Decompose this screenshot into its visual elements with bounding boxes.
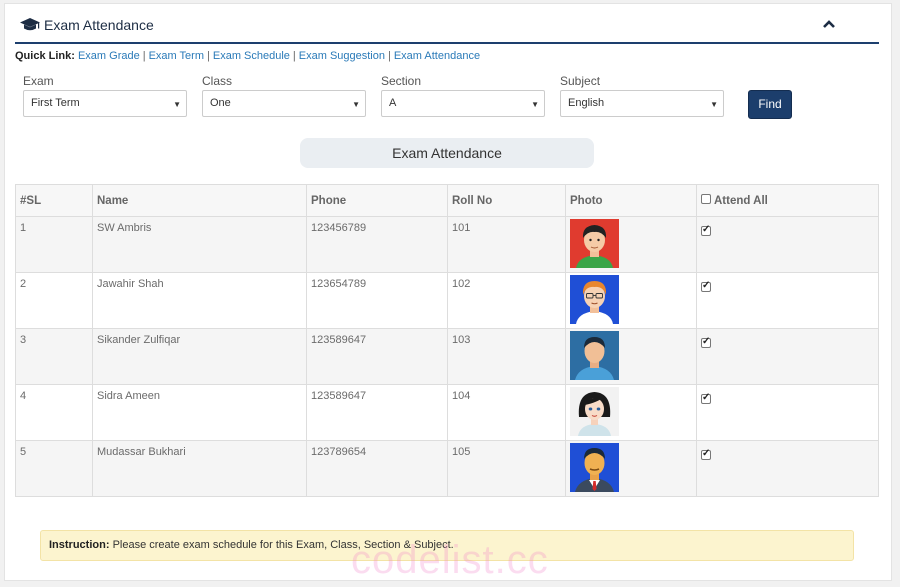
row-name: Sidra Ameen	[92, 384, 307, 441]
section-field: Section A ▼	[381, 74, 545, 117]
class-select-value: One	[210, 97, 231, 109]
col-attend-header: Attend All	[696, 184, 879, 217]
attend-checkbox[interactable]	[701, 336, 711, 349]
subject-select[interactable]: English ▼	[560, 90, 724, 117]
row-phone: 123589647	[306, 384, 448, 441]
quick-links: Quick Link: Exam Grade | Exam Term | Exam Sc…	[15, 50, 481, 62]
class-field: Class One ▼	[202, 74, 366, 117]
row-photo-cell	[565, 216, 697, 273]
row-roll: 101	[447, 216, 566, 273]
row-attend-cell	[696, 384, 879, 441]
subject-label: Subject	[560, 74, 601, 88]
section-select[interactable]: A ▼	[381, 90, 545, 117]
row-phone: 123789654	[306, 440, 448, 497]
student-photo	[570, 443, 619, 492]
section-title: Exam Attendance	[300, 138, 594, 168]
subject-select-value: English	[568, 97, 605, 109]
class-select[interactable]: One ▼	[202, 90, 366, 117]
attend-checkbox[interactable]	[701, 280, 711, 293]
watermark: codelist.cc	[351, 538, 549, 582]
attend-checkbox[interactable]	[701, 448, 711, 461]
student-photo	[570, 219, 619, 268]
quick-link-label: Quick Link:	[15, 50, 75, 62]
exam-select[interactable]: First Term ▼	[23, 90, 187, 117]
table-row: 3 Sikander Zulfiqar 123589647 103	[15, 328, 879, 385]
row-roll: 105	[447, 440, 566, 497]
row-sl: 4	[15, 384, 93, 441]
graduation-cap-icon	[20, 18, 40, 31]
subject-field: Subject English ▼	[560, 74, 724, 117]
exam-label: Exam	[23, 74, 54, 88]
attend-checkbox[interactable]	[701, 392, 711, 405]
section-label: Section	[381, 74, 422, 88]
attendance-table: #SL Name Phone Roll No Photo Attend All …	[15, 184, 879, 497]
quick-link-exam-schedule[interactable]: Exam Schedule	[213, 50, 290, 62]
exam-attendance-panel: Exam Attendance Quick Link: Exam Grade | E…	[4, 3, 892, 582]
row-sl: 1	[15, 216, 93, 273]
row-name: SW Ambris	[92, 216, 307, 273]
caret-down-icon: ▼	[173, 100, 181, 109]
caret-down-icon: ▼	[710, 100, 718, 109]
attend-checkbox[interactable]	[701, 224, 711, 237]
row-photo-cell	[565, 272, 697, 329]
row-photo-cell	[565, 328, 697, 385]
col-photo-header: Photo	[565, 184, 697, 217]
row-attend-cell	[696, 440, 879, 497]
table-row: 5 Mudassar Bukhari 123789654 105	[15, 440, 879, 497]
class-label: Class	[202, 74, 233, 88]
panel-title: Exam Attendance	[44, 17, 154, 33]
panel-header: Exam Attendance	[15, 12, 879, 44]
row-sl: 3	[15, 328, 93, 385]
table-row: 2 Jawahir Shah 123654789 102	[15, 272, 879, 329]
row-phone: 123456789	[306, 216, 448, 273]
exam-select-value: First Term	[31, 97, 80, 109]
row-phone: 123589647	[306, 328, 448, 385]
caret-down-icon: ▼	[531, 100, 539, 109]
table-row: 4 Sidra Ameen 123589647 104	[15, 384, 879, 441]
find-button[interactable]: Find	[748, 90, 792, 119]
row-roll: 102	[447, 272, 566, 329]
row-photo-cell	[565, 384, 697, 441]
col-sl-header: #SL	[15, 184, 93, 217]
table-header-row: #SL Name Phone Roll No Photo Attend All	[15, 184, 879, 217]
student-photo	[570, 331, 619, 380]
student-photo	[570, 387, 619, 436]
table-row: 1 SW Ambris 123456789 101	[15, 216, 879, 273]
quick-link-exam-suggestion[interactable]: Exam Suggestion	[299, 50, 385, 62]
attend-all-checkbox[interactable]	[701, 194, 711, 205]
row-roll: 104	[447, 384, 566, 441]
row-name: Mudassar Bukhari	[92, 440, 307, 497]
col-roll-header: Roll No	[447, 184, 566, 217]
row-roll: 103	[447, 328, 566, 385]
row-name: Sikander Zulfiqar	[92, 328, 307, 385]
row-sl: 2	[15, 272, 93, 329]
row-sl: 5	[15, 440, 93, 497]
instruction-label: Instruction:	[49, 539, 110, 551]
quick-link-exam-grade[interactable]: Exam Grade	[78, 50, 140, 62]
chevron-up-icon[interactable]	[821, 16, 837, 32]
row-attend-cell	[696, 272, 879, 329]
col-name-header: Name	[92, 184, 307, 217]
row-photo-cell	[565, 440, 697, 497]
exam-field: Exam First Term ▼	[23, 74, 187, 117]
quick-link-exam-attendance[interactable]: Exam Attendance	[394, 50, 480, 62]
student-photo	[570, 275, 619, 324]
caret-down-icon: ▼	[352, 100, 360, 109]
row-phone: 123654789	[306, 272, 448, 329]
section-select-value: A	[389, 97, 397, 109]
row-attend-cell	[696, 328, 879, 385]
row-attend-cell	[696, 216, 879, 273]
quick-link-exam-term[interactable]: Exam Term	[149, 50, 204, 62]
row-name: Jawahir Shah	[92, 272, 307, 329]
col-phone-header: Phone	[306, 184, 448, 217]
attend-all-label: Attend All	[714, 194, 768, 207]
